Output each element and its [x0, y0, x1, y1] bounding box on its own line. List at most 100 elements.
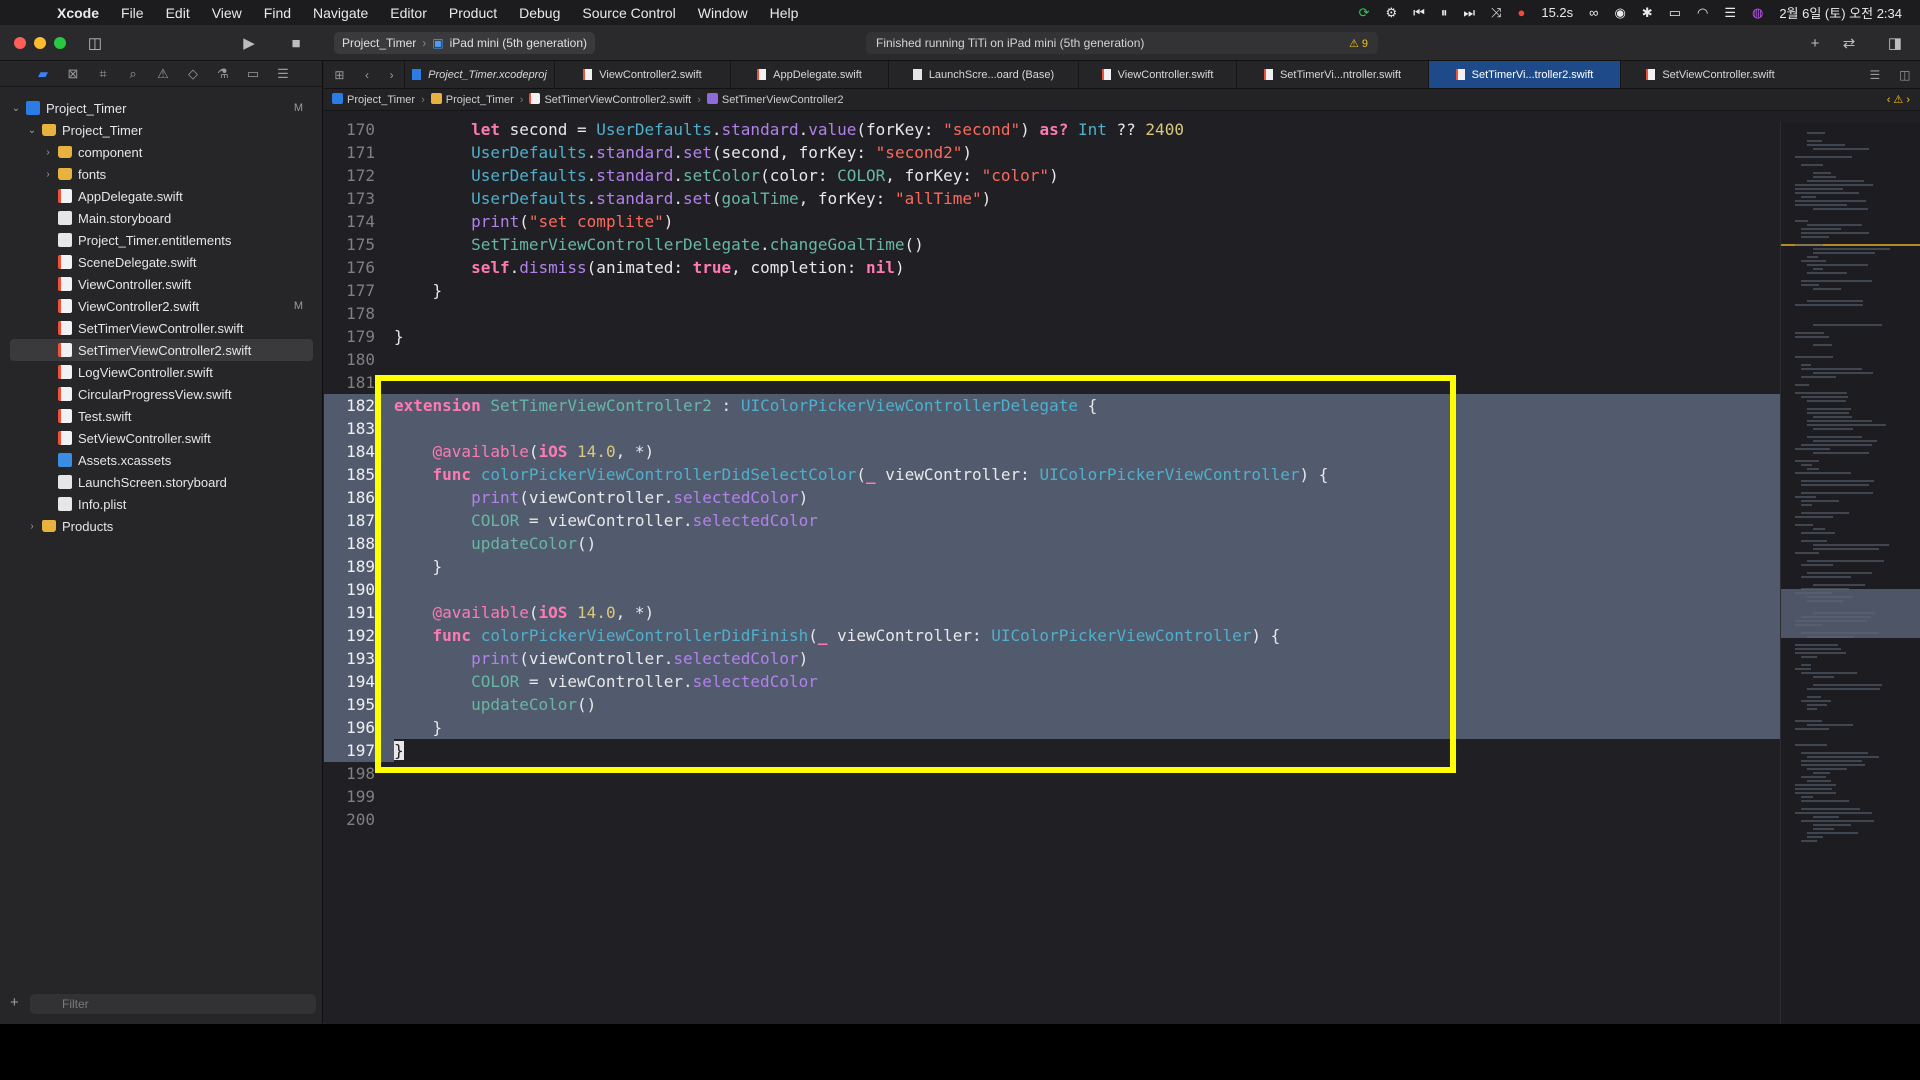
pause-icon[interactable]: ⏸ [1441, 5, 1448, 21]
menu-product[interactable]: Product [438, 5, 508, 21]
bluetooth-icon[interactable]: ✱ [1642, 5, 1653, 21]
tree-item-file[interactable]: LaunchScreen.storyboard [0, 471, 323, 493]
navigator-filter-input[interactable]: Filter [30, 994, 316, 1014]
tree-item-file[interactable]: Main.storyboard [0, 207, 323, 229]
find-navigator-icon[interactable]: ⌕ [122, 66, 144, 82]
tree-item-label: AppDelegate.swift [78, 188, 183, 204]
cpu-readout[interactable]: 15.2s [1541, 5, 1573, 20]
tree-item-file-selected[interactable]: SetTimerViewController2.swift [10, 339, 313, 361]
add-icon[interactable]: + [1802, 31, 1828, 55]
tree-item-project[interactable]: ⌄ Project_Timer M [0, 97, 323, 119]
minimap-line [1801, 796, 1813, 798]
warning-badge[interactable]: ⚠ 9 [1349, 37, 1368, 50]
menu-debug[interactable]: Debug [508, 5, 571, 21]
breakpoint-navigator-icon[interactable]: ▭ [242, 66, 264, 82]
menu-editor[interactable]: Editor [379, 5, 438, 21]
issue-navigator-icon[interactable]: ⚠ [152, 66, 174, 82]
symbol-navigator-icon[interactable]: ⌗ [92, 66, 114, 82]
menu-edit[interactable]: Edit [155, 5, 201, 21]
tree-item-file[interactable]: Test.swift [0, 405, 323, 427]
sidebar-toggle-icon[interactable]: ◫ [82, 31, 108, 55]
tree-item-file[interactable]: LogViewController.swift [0, 361, 323, 383]
inspector-toggle-icon[interactable]: ◨ [1882, 31, 1908, 55]
tree-item-file[interactable]: ViewController2.swift M [0, 295, 323, 317]
tab-project-file[interactable]: Project_Timer.xcodeproj [404, 61, 554, 88]
xcode-window: ◫ ▶ ■ Project_Timer › ▣ iPad mini (5th g… [0, 25, 1920, 1024]
chevron-right-icon[interactable]: › [42, 147, 54, 158]
tree-item-folder[interactable]: › component [0, 141, 323, 163]
report-navigator-icon[interactable]: ☰ [272, 66, 294, 82]
menu-find[interactable]: Find [253, 5, 302, 21]
debug-navigator-icon[interactable]: ⚗ [212, 66, 234, 82]
split-editor-icon[interactable]: ◫ [1899, 68, 1910, 82]
tree-item-file[interactable]: SetTimerViewController.swift [0, 317, 323, 339]
chevron-down-icon[interactable]: ⌄ [10, 103, 22, 114]
play-circle-icon[interactable]: ◉ [1614, 5, 1625, 21]
tree-item-file[interactable]: Info.plist [0, 493, 323, 515]
tree-item-file[interactable]: Assets.xcassets [0, 449, 323, 471]
folder-navigator-icon[interactable]: ▰ [32, 66, 54, 82]
tab-file-active[interactable]: SetTimerVi...troller2.swift [1428, 61, 1620, 88]
activity-view[interactable]: Finished running TiTi on iPad mini (5th … [866, 32, 1378, 54]
jumpbar-crumb-file[interactable]: SetTimerViewController2.swift [529, 93, 691, 106]
debug-gauge-icon[interactable]: ⚙ [1386, 5, 1398, 21]
tab-file[interactable]: SetTimerVi...ntroller.swift [1236, 61, 1428, 88]
jumpbar-warning-icon[interactable]: ‹ ⚠ › [1887, 93, 1920, 106]
control-center-icon[interactable]: ☰ [1724, 5, 1736, 21]
stop-button-icon[interactable]: ■ [283, 31, 309, 55]
shuffle-icon[interactable]: ⤨ [1491, 5, 1501, 21]
jumpbar-crumb-symbol[interactable]: SetTimerViewController2 [706, 93, 844, 106]
forward-arrow-icon[interactable]: › [390, 68, 394, 82]
source-editor[interactable]: 170 let second = UserDefaults.standard.v… [324, 122, 1780, 1024]
close-window-button[interactable] [14, 37, 26, 49]
recording-icon[interactable]: ● [1517, 5, 1525, 20]
back-arrow-icon[interactable]: ‹ [365, 68, 369, 82]
battery-icon[interactable]: ▭ [1669, 5, 1681, 21]
menubar-clock[interactable]: 2월 6일 (토) 오전 2:34 [1779, 3, 1902, 22]
tab-file[interactable]: SetViewController.swift [1620, 61, 1800, 88]
tree-item-file[interactable]: CircularProgressView.swift [0, 383, 323, 405]
minimap-line [1801, 760, 1862, 762]
scheme-selector[interactable]: Project_Timer › ▣ iPad mini (5th generat… [334, 32, 596, 54]
zoom-window-button[interactable] [54, 37, 66, 49]
menu-window[interactable]: Window [687, 5, 759, 21]
code-minimap[interactable] [1780, 122, 1920, 1024]
tree-item-products[interactable]: › Products [0, 515, 323, 537]
chevron-right-icon[interactable]: › [26, 521, 38, 532]
tree-item-group[interactable]: ⌄ Project_Timer [0, 119, 323, 141]
tree-item-file[interactable]: SceneDelegate.swift [0, 251, 323, 273]
chevron-right-icon[interactable]: › [42, 169, 54, 180]
glasses-icon[interactable]: ∞ [1589, 5, 1598, 20]
wifi-icon[interactable]: ◠ [1697, 5, 1708, 21]
step-forward-icon[interactable]: ⏭ [1463, 5, 1475, 21]
tab-file[interactable]: ViewController2.swift [554, 61, 730, 88]
editor-options-icon[interactable]: ☰ [1869, 68, 1880, 82]
grid-icon[interactable]: ⊞ [334, 68, 344, 82]
tree-item-file[interactable]: Project_Timer.entitlements [0, 229, 323, 251]
add-file-icon[interactable]: + [10, 994, 19, 1011]
tree-item-folder[interactable]: › fonts [0, 163, 323, 185]
tree-item-file[interactable]: AppDelegate.swift [0, 185, 323, 207]
source-control-navigator-icon[interactable]: ⊠ [62, 66, 84, 82]
step-back-icon[interactable]: ⏮ [1413, 5, 1425, 21]
tab-file[interactable]: ViewController.swift [1078, 61, 1236, 88]
tree-item-file[interactable]: ViewController.swift [0, 273, 323, 295]
jumpbar-crumb-project[interactable]: Project_Timer [332, 93, 415, 106]
tab-file[interactable]: LaunchScre...oard (Base) [888, 61, 1078, 88]
menu-view[interactable]: View [201, 5, 253, 21]
chevron-down-icon[interactable]: ⌄ [26, 125, 38, 136]
menu-source-control[interactable]: Source Control [571, 5, 686, 21]
menu-help[interactable]: Help [759, 5, 810, 21]
tab-file[interactable]: AppDelegate.swift [730, 61, 888, 88]
run-button-icon[interactable]: ▶ [236, 31, 262, 55]
menu-file[interactable]: File [110, 5, 155, 21]
minimize-window-button[interactable] [34, 37, 46, 49]
sync-icon[interactable]: ⟳ [1359, 5, 1370, 21]
test-navigator-icon[interactable]: ◇ [182, 66, 204, 82]
tree-item-file[interactable]: SetViewController.swift [0, 427, 323, 449]
menu-xcode[interactable]: Xcode [46, 5, 110, 21]
siri-icon[interactable]: ◍ [1752, 5, 1763, 21]
menu-navigate[interactable]: Navigate [302, 5, 379, 21]
jumpbar-crumb-group[interactable]: Project_Timer [430, 93, 514, 106]
code-review-icon[interactable]: ⇄ [1836, 31, 1862, 55]
